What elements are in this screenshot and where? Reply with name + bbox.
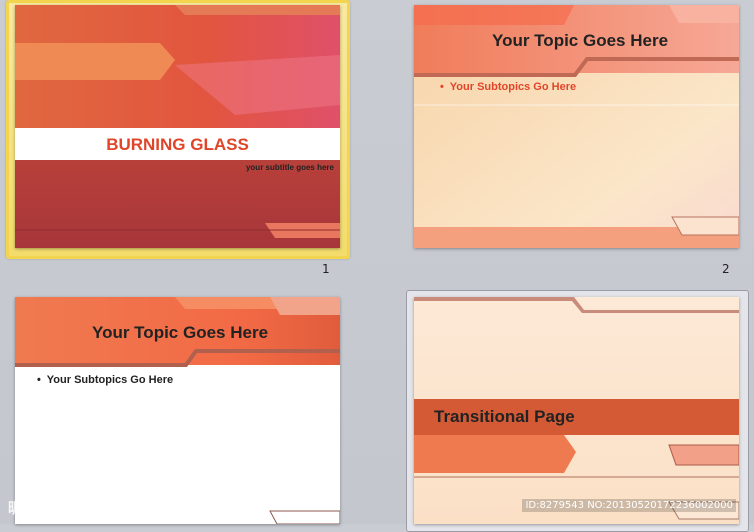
slide-thumbnail-1[interactable]: BURNING GLASS your subtitle goes here <box>15 5 340 248</box>
slide-1-subtitle: your subtitle goes here <box>245 163 334 172</box>
bullet-icon: • <box>37 374 41 386</box>
slide-3-bullet: • Your Subtopics Go Here <box>37 374 173 386</box>
slide-thumbnail-2[interactable]: Your Topic Goes Here • Your Subtopics Go… <box>414 5 739 248</box>
watermark-logo: 昵享网 <box>8 499 57 517</box>
slide-3-bullet-text: Your Subtopics Go Here <box>46 374 174 386</box>
watermark: 昵享网 www.nipic.com <box>8 497 177 518</box>
watermark-url: www.nipic.com <box>66 502 177 517</box>
slide-thumbnail-4[interactable]: Transitional Page <box>414 297 739 524</box>
slide-2-bullet-text: Your Subtopics Go Here <box>449 81 577 93</box>
slide-1-title: BURNING GLASS <box>106 135 249 154</box>
slide-4-title: Transitional Page <box>434 407 575 426</box>
slide-number-2: 2 <box>722 262 730 276</box>
slide-number-1: 1 <box>322 262 330 276</box>
watermark-id: ID:8279543 NO:20130520172236002000 <box>522 499 736 512</box>
slide-1-background <box>15 5 340 248</box>
slide-2-bullet: • Your Subtopics Go Here <box>440 81 576 93</box>
bullet-icon: • <box>440 81 444 93</box>
slide-thumbnail-3[interactable]: Your Topic Goes Here • Your Subtopics Go… <box>15 297 340 524</box>
slide-2-title: Your Topic Goes Here <box>492 31 669 50</box>
slide-3-title: Your Topic Goes Here <box>92 323 269 342</box>
